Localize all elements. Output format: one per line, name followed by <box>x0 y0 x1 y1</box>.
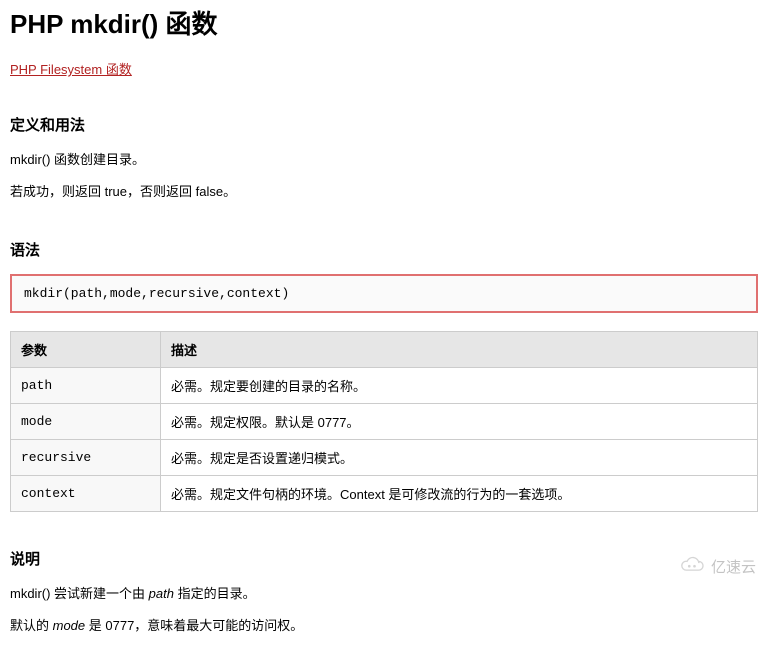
filesystem-link[interactable]: PHP Filesystem 函数 <box>10 62 132 77</box>
notes-text-1: mkdir() 尝试新建一个由 path 指定的目录。 <box>10 583 758 605</box>
param-name: recursive <box>11 440 161 476</box>
table-header-row: 参数 描述 <box>11 332 758 368</box>
definition-text-2: 若成功，则返回 true，否则返回 false。 <box>10 181 758 203</box>
param-name: mode <box>11 404 161 440</box>
param-desc: 必需。规定文件句柄的环境。Context 是可修改流的行为的一套选项。 <box>161 476 758 512</box>
param-desc: 必需。规定是否设置递归模式。 <box>161 440 758 476</box>
syntax-code-block: mkdir(path,mode,recursive,context) <box>10 274 758 313</box>
param-name: path <box>11 368 161 404</box>
table-row: context 必需。规定文件句柄的环境。Context 是可修改流的行为的一套… <box>11 476 758 512</box>
table-row: path 必需。规定要创建的目录的名称。 <box>11 368 758 404</box>
table-row: recursive 必需。规定是否设置递归模式。 <box>11 440 758 476</box>
parameters-table: 参数 描述 path 必需。规定要创建的目录的名称。 mode 必需。规定权限。… <box>10 331 758 512</box>
param-desc: 必需。规定要创建的目录的名称。 <box>161 368 758 404</box>
section-heading-syntax: 语法 <box>10 239 758 260</box>
definition-text-1: mkdir() 函数创建目录。 <box>10 149 758 171</box>
param-name: context <box>11 476 161 512</box>
section-heading-notes: 说明 <box>10 548 758 569</box>
table-header-param: 参数 <box>11 332 161 368</box>
italic-path: path <box>149 586 174 601</box>
table-header-desc: 描述 <box>161 332 758 368</box>
param-desc: 必需。规定权限。默认是 0777。 <box>161 404 758 440</box>
italic-mode: mode <box>53 618 86 633</box>
page-title: PHP mkdir() 函数 <box>10 4 758 41</box>
table-row: mode 必需。规定权限。默认是 0777。 <box>11 404 758 440</box>
section-heading-definition: 定义和用法 <box>10 114 758 135</box>
notes-text-2: 默认的 mode 是 0777，意味着最大可能的访问权。 <box>10 615 758 637</box>
